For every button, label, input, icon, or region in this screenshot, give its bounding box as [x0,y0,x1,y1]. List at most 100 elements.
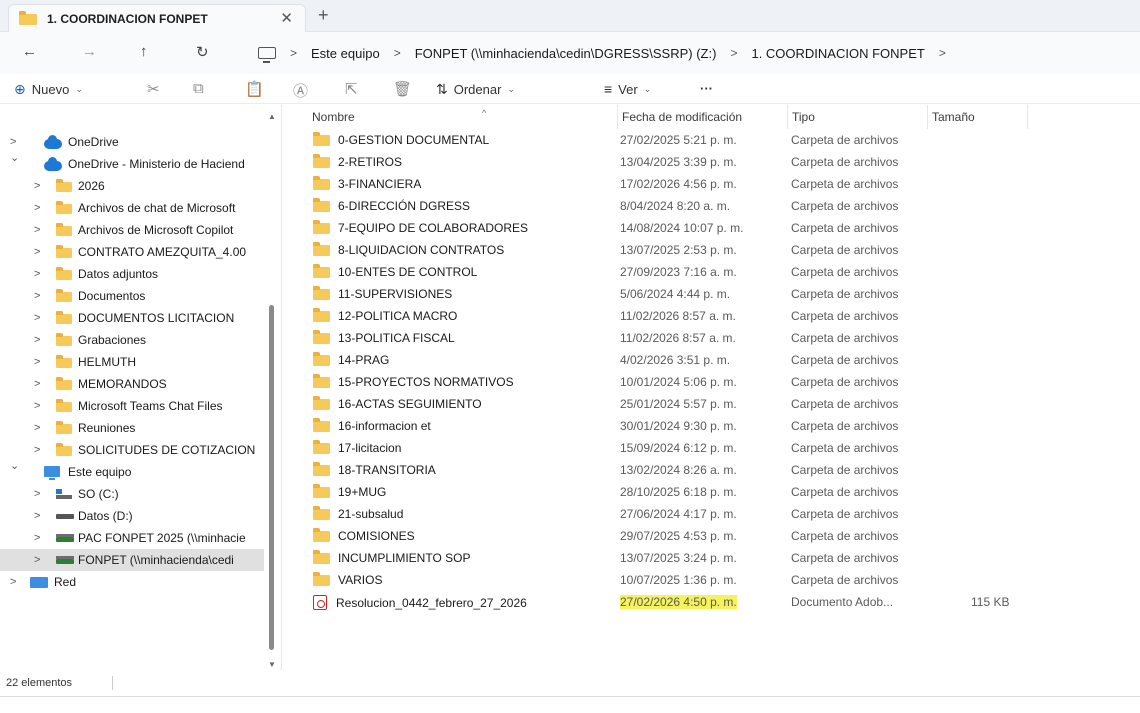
sidebar-item-memorandos[interactable]: > MEMORANDOS [0,373,264,395]
sidebar-scrollbar[interactable]: ▲ ▼ [268,112,276,670]
share-icon[interactable]: ⇱ [345,80,358,98]
breadcrumb-item[interactable]: FONPET (\\minhacienda\cedin\DGRESS\SSRP)… [415,46,717,61]
tab-coordinacion-fonpet[interactable]: 1. COORDINACION FONPET ✕ [8,4,306,32]
expand-icon[interactable]: > [34,532,40,544]
date-cell: 11/02/2026 8:57 a. m. [620,309,736,323]
sidebar-item-so-c[interactable]: > SO (C:) [0,483,264,505]
column-header-size[interactable]: Tamaño [928,105,1028,129]
expand-icon[interactable]: > [34,290,40,302]
paste-icon[interactable]: 📋 [245,80,264,98]
expand-icon[interactable]: > [34,334,40,346]
scroll-thumb[interactable] [269,305,274,650]
cut-icon[interactable]: ✂ [147,80,160,98]
folder-row[interactable]: 7-EQUIPO DE COLABORADORES 14/08/2024 10:0… [283,217,1140,239]
folder-row[interactable]: 14-PRAG 4/02/2026 3:51 p. m. Carpeta de ar… [283,349,1140,371]
folder-row[interactable]: 18-TRANSITORIA 13/02/2024 8:26 a. m. Carpe… [283,459,1140,481]
sidebar-item-helmuth[interactable]: > HELMUTH [0,351,264,373]
sidebar-item-datos-d[interactable]: > Datos (D:) [0,505,264,527]
expand-icon[interactable]: > [10,576,16,588]
folder-row[interactable]: 12-POLITICA MACRO 11/02/2026 8:57 a. m. Ca… [283,305,1140,327]
sidebar-item-solicitudes[interactable]: > SOLICITUDES DE COTIZACION [0,439,264,461]
expand-icon[interactable]: > [34,180,40,192]
file-row[interactable]: Resolucion_0442_febrero_27_2026 27/02/202… [283,591,1140,613]
sidebar-item-reuniones[interactable]: > Reuniones [0,417,264,439]
view-button[interactable]: ≡ Ver ⌄ [604,81,651,97]
folder-row[interactable]: 21-subsalud 27/06/2024 4:17 p. m. Carpeta … [283,503,1140,525]
sidebar-item-datos-adjuntos[interactable]: > Datos adjuntos [0,263,264,285]
breadcrumb-item[interactable]: 1. COORDINACION FONPET [751,46,924,61]
collapse-icon[interactable]: ⌄ [10,153,19,164]
sidebar-item-teams-chat-files[interactable]: > Microsoft Teams Chat Files [0,395,264,417]
expand-icon[interactable]: > [34,312,40,324]
column-header-date[interactable]: Fecha de modificación [618,105,788,129]
folder-row[interactable]: 3-FINANCIERA 17/02/2026 4:56 p. m. Carpeta… [283,173,1140,195]
type-cell: Carpeta de archivos [791,265,899,279]
sidebar-item-grabaciones[interactable]: > Grabaciones [0,329,264,351]
expand-icon[interactable]: > [34,488,40,500]
expand-icon[interactable]: > [34,422,40,434]
column-header-type[interactable]: Tipo [788,105,928,129]
expand-icon[interactable]: > [10,136,16,148]
breadcrumb-item[interactable]: Este equipo [311,46,380,61]
sidebar-item-archivos-chat[interactable]: > Archivos de chat de Microsoft [0,197,264,219]
expand-icon[interactable]: > [34,224,40,236]
close-icon[interactable]: ✕ [280,9,293,27]
breadcrumb[interactable]: > Este equipo > FONPET (\\minhacienda\ce… [252,38,1140,68]
expand-icon[interactable]: > [34,400,40,412]
back-button[interactable]: ← [22,43,37,60]
folder-row[interactable]: 6-DIRECCIÓN DGRESS 8/04/2024 8:20 a. m. Ca… [283,195,1140,217]
expand-icon[interactable]: > [34,268,40,280]
folder-row[interactable]: 16-ACTAS SEGUIMIENTO 25/01/2024 5:57 p. m… [283,393,1140,415]
expand-icon[interactable]: > [34,378,40,390]
expand-icon[interactable]: > [34,554,40,566]
sidebar-item-documentos[interactable]: > Documentos [0,285,264,307]
sidebar-item-2026[interactable]: > 2026 [0,175,264,197]
sidebar-item-fonpet-z[interactable]: > FONPET (\\minhacienda\cedi [0,549,264,571]
folder-row[interactable]: VARIOS 10/07/2025 1:36 p. m. Carpeta de ar… [283,569,1140,591]
column-header-name[interactable]: Nombre ^ [308,105,618,129]
more-options-button[interactable]: ··· [700,81,713,96]
expand-icon[interactable]: > [34,510,40,522]
name-cell: INCUMPLIMIENTO SOP [313,550,470,565]
sidebar-item-documentos-licitacion[interactable]: > DOCUMENTOS LICITACION [0,307,264,329]
sidebar-item-red[interactable]: > Red [0,571,264,593]
collapse-icon[interactable]: ⌄ [10,461,19,472]
refresh-button[interactable]: ↻ [196,43,209,61]
sidebar-item-pac-fonpet[interactable]: > PAC FONPET 2025 (\\minhacie [0,527,264,549]
folder-row[interactable]: 15-PROYECTOS NORMATIVOS 10/01/2024 5:06 p… [283,371,1140,393]
sidebar-item-este-equipo[interactable]: ⌄ Este equipo [0,461,264,483]
view-button-label: Ver [618,81,638,97]
forward-button[interactable]: → [82,43,97,60]
sidebar-item-onedrive[interactable]: > OneDrive [0,131,264,153]
sidebar-item-contrato[interactable]: > CONTRATO AMEZQUITA_4.00 [0,241,264,263]
expand-icon[interactable]: > [34,202,40,214]
folder-row[interactable]: 0-GESTION DOCUMENTAL 27/02/2025 5:21 p. m… [283,129,1140,151]
folder-row[interactable]: 11-SUPERVISIONES 5/06/2024 4:44 p. m. Carp… [283,283,1140,305]
folder-row[interactable]: 8-LIQUIDACION CONTRATOS 13/07/2025 2:53 p… [283,239,1140,261]
rename-icon[interactable]: Ⓐ [293,80,308,101]
new-button[interactable]: ⊕ Nuevo ⌄ [14,81,83,98]
folder-icon [56,421,72,434]
new-tab-button[interactable]: + [318,5,329,26]
folder-row[interactable]: COMISIONES 29/07/2025 4:53 p. m. Carpeta d… [283,525,1140,547]
folder-row[interactable]: 10-ENTES DE CONTROL 27/09/2023 7:16 a. m.… [283,261,1140,283]
expand-icon[interactable]: > [34,444,40,456]
scroll-down-icon[interactable]: ▼ [268,660,276,669]
folder-row[interactable]: INCUMPLIMIENTO SOP 13/07/2025 3:24 p. m. C… [283,547,1140,569]
sidebar-item-onedrive-ministerio[interactable]: ⌄ OneDrive - Ministerio de Haciend [0,153,264,175]
expand-icon[interactable]: > [34,246,40,258]
sidebar-item-label: MEMORANDOS [78,377,167,391]
date-cell: 27/02/2025 5:21 p. m. [620,133,737,147]
folder-row[interactable]: 16-informacion et 30/01/2024 9:30 p. m. Ca… [283,415,1140,437]
delete-icon[interactable]: 🗑 [393,80,412,98]
sidebar-item-archivos-copilot[interactable]: > Archivos de Microsoft Copilot [0,219,264,241]
folder-row[interactable]: 19+MUG 28/10/2025 6:18 p. m. Carpeta de ar… [283,481,1140,503]
folder-row[interactable]: 2-RETIROS 13/04/2025 3:39 p. m. Carpeta de… [283,151,1140,173]
scroll-up-icon[interactable]: ▲ [268,112,276,121]
expand-icon[interactable]: > [34,356,40,368]
folder-row[interactable]: 13-POLITICA FISCAL 11/02/2026 8:57 a. m. C… [283,327,1140,349]
up-button[interactable]: ↑ [140,43,148,60]
copy-icon[interactable]: ⧉ [193,80,204,97]
folder-row[interactable]: 17-licitacion 15/09/2024 6:12 p. m. Carpet… [283,437,1140,459]
sort-button[interactable]: ⇅ Ordenar ⌄ [436,81,515,98]
